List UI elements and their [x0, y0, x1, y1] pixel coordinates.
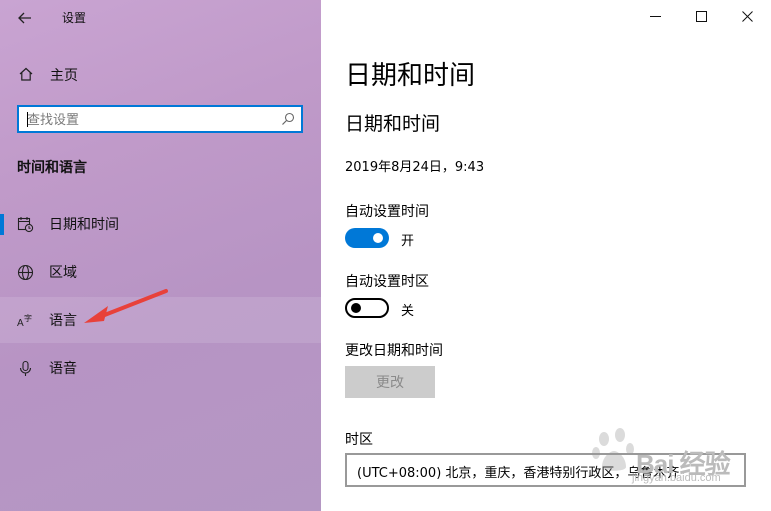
auto-timezone-toggle[interactable]: [345, 298, 389, 318]
search-icon[interactable]: [281, 112, 295, 126]
minimize-icon: [649, 15, 661, 17]
maximize-icon: [695, 10, 707, 22]
microphone-icon: [19, 360, 32, 376]
section-title: 时间和语言: [17, 160, 87, 176]
toggle-knob: [351, 303, 361, 313]
auto-timezone-label: 自动设置时区: [345, 274, 429, 290]
calendar-clock-icon: [17, 217, 34, 233]
minimize-button[interactable]: [632, 0, 678, 32]
watermark-url: jingyan.baidu.com: [632, 472, 721, 484]
back-button[interactable]: [8, 5, 42, 31]
maximize-button[interactable]: [678, 0, 724, 32]
close-button[interactable]: [724, 0, 770, 32]
section-heading: 日期和时间: [345, 113, 441, 135]
annotation-arrow-icon: [84, 289, 168, 323]
search-input[interactable]: [25, 109, 269, 131]
app-title: 设置: [62, 11, 87, 25]
baidu-paw-icon: [592, 428, 634, 471]
nav-home[interactable]: 主页: [0, 58, 321, 90]
sidebar-item-label: 日期和时间: [49, 217, 119, 233]
back-arrow-icon: [18, 12, 31, 24]
sidebar-item-date-time[interactable]: 日期和时间: [0, 201, 321, 247]
auto-time-label: 自动设置时间: [345, 204, 429, 220]
text-cursor: [27, 112, 28, 127]
svg-text:字: 字: [24, 313, 32, 323]
auto-timezone-state: 关: [401, 304, 415, 319]
timezone-label: 时区: [345, 432, 373, 448]
active-indicator: [0, 214, 4, 235]
toggle-knob: [373, 233, 383, 243]
change-datetime-label: 更改日期和时间: [345, 343, 443, 359]
nav-home-label: 主页: [50, 68, 78, 84]
sidebar-item-label: 语言: [49, 313, 77, 329]
sidebar-item-label: 区域: [49, 265, 77, 281]
globe-icon: [17, 264, 34, 281]
auto-time-state: 开: [401, 234, 415, 249]
sidebar-item-label: 语音: [49, 361, 77, 377]
page-title: 日期和时间: [345, 61, 476, 91]
auto-time-toggle[interactable]: [345, 228, 389, 248]
svg-text:A: A: [17, 318, 24, 329]
close-icon: [741, 10, 753, 22]
home-icon: [19, 67, 33, 81]
search-box[interactable]: [17, 105, 303, 133]
current-datetime: 2019年8月24日，9:43: [345, 160, 485, 175]
change-button[interactable]: 更改: [345, 366, 435, 398]
language-icon: A 字: [17, 313, 32, 329]
sidebar-item-speech[interactable]: 语音: [0, 345, 321, 391]
sidebar: 设置 主页 时间和语言 日期和时间 区域: [0, 0, 321, 511]
